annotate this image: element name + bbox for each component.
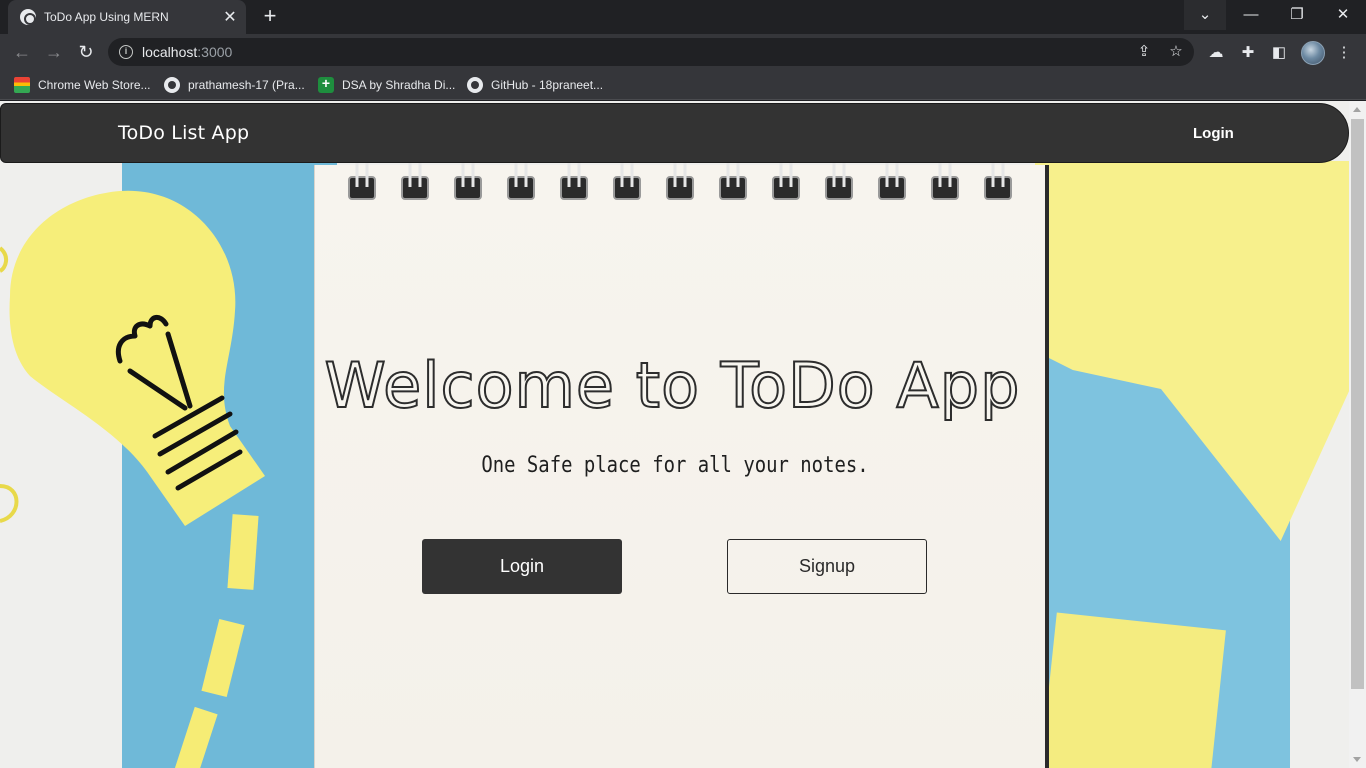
login-button[interactable]: Login — [422, 539, 622, 594]
address-bar[interactable]: i localhost:3000 ⇪ ☆ — [108, 38, 1194, 66]
github-icon — [467, 77, 483, 93]
reload-button[interactable]: ↻ — [74, 40, 98, 64]
menu-kebab-icon[interactable]: ⋮ — [1333, 42, 1355, 64]
browser-tab[interactable]: ToDo App Using MERN ✕ — [8, 0, 246, 34]
bookmark-item[interactable]: prathamesh-17 (Pra... — [164, 76, 305, 94]
new-tab-button[interactable]: + — [256, 4, 284, 30]
scroll-down-arrow-icon[interactable] — [1353, 757, 1361, 762]
close-window-button[interactable]: ✕ — [1320, 0, 1366, 30]
extensions-puzzle-icon[interactable]: ✚ — [1237, 42, 1259, 64]
tab-title: ToDo App Using MERN — [44, 10, 169, 24]
signup-button[interactable]: Signup — [727, 539, 927, 594]
minimize-button[interactable]: — — [1228, 0, 1274, 30]
app-navbar: ToDo List App Login — [0, 103, 1349, 163]
page-scrollbar[interactable] — [1349, 101, 1366, 768]
scroll-up-arrow-icon[interactable] — [1353, 107, 1361, 112]
bookmark-item[interactable]: GitHub - 18praneet... — [467, 76, 603, 94]
url-port: :3000 — [197, 44, 233, 60]
site-info-icon[interactable]: i — [119, 45, 133, 59]
scrollbar-thumb[interactable] — [1351, 119, 1364, 689]
back-button[interactable]: ← — [10, 40, 34, 64]
bookmark-label: prathamesh-17 (Pra... — [188, 78, 305, 92]
hero-title: Welcome to ToDo App — [323, 348, 1021, 423]
share-icon[interactable]: ⇪ — [1134, 42, 1154, 62]
chrome-web-store-icon — [14, 77, 30, 93]
navbar-brand[interactable]: ToDo List App — [118, 122, 249, 144]
lightbulb-illustration — [0, 190, 266, 526]
restore-button[interactable]: ❐ — [1274, 0, 1320, 30]
google-sheets-icon — [318, 75, 334, 93]
bookmark-label: DSA by Shradha Di... — [342, 78, 456, 92]
spiral-binding — [348, 161, 1012, 200]
globe-icon — [20, 9, 36, 25]
tab-close-icon[interactable]: ✕ — [218, 7, 242, 27]
tab-search-button[interactable]: ⌄ — [1184, 0, 1226, 30]
page-viewport: ToDo List App Login Welcome to ToDo App … — [0, 101, 1366, 768]
url-text[interactable]: localhost:3000 — [142, 44, 232, 60]
bookmark-label: GitHub - 18praneet... — [491, 78, 604, 92]
decor-dash — [227, 514, 259, 590]
side-panel-icon[interactable]: ◧ — [1268, 42, 1290, 64]
bookmark-item[interactable]: Chrome Web Store... — [14, 76, 151, 94]
profile-avatar[interactable] — [1301, 41, 1325, 65]
bookmark-label: Chrome Web Store... — [38, 78, 151, 92]
navbar-login-link[interactable]: Login — [1193, 125, 1234, 142]
forward-button[interactable]: → — [42, 40, 66, 64]
github-icon — [164, 77, 180, 93]
bookmark-star-icon[interactable]: ☆ — [1166, 42, 1186, 62]
background-sticky-note — [1040, 612, 1226, 768]
extension-cloud-icon[interactable]: ☁ — [1205, 42, 1227, 64]
bookmark-item[interactable]: DSA by Shradha Di... — [318, 75, 456, 94]
url-host: localhost — [142, 44, 198, 60]
tab-strip: ToDo App Using MERN ✕ + ⌄ — ❐ ✕ — [0, 0, 1366, 34]
hero-subtitle: One Safe place for all your notes. — [481, 453, 869, 478]
bookmarks-bar: Chrome Web Store... prathamesh-17 (Pra..… — [0, 70, 1366, 100]
